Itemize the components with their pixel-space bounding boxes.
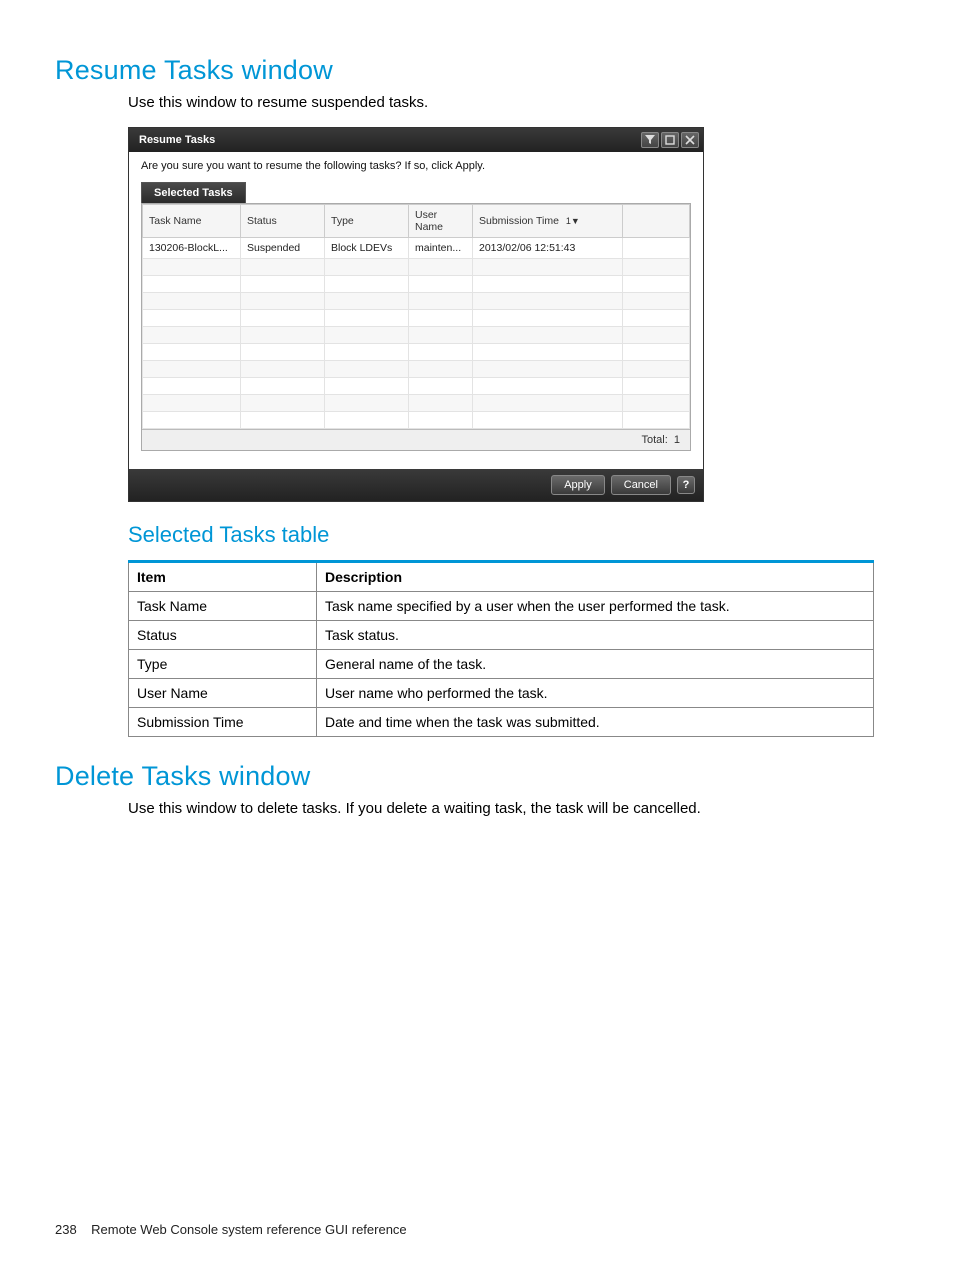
col-task-name[interactable]: Task Name: [143, 205, 241, 238]
doc-desc: Task status.: [317, 621, 874, 650]
total-value: 1: [674, 434, 680, 446]
resume-tasks-window: Resume Tasks Are you sure you want to re…: [128, 127, 704, 502]
section-heading-resume: Resume Tasks window: [55, 55, 899, 86]
doc-col-desc: Description: [317, 562, 874, 592]
total-label: Total:: [641, 434, 667, 446]
help-button[interactable]: ?: [677, 476, 695, 494]
doc-desc: Task name specified by a user when the u…: [317, 592, 874, 621]
doc-row: TypeGeneral name of the task.: [129, 650, 874, 679]
table-row: [143, 276, 690, 293]
doc-row: Task NameTask name specified by a user w…: [129, 592, 874, 621]
page-footer: 238 Remote Web Console system reference …: [55, 1222, 407, 1237]
col-submission-time[interactable]: Submission Time 1▼: [473, 205, 623, 238]
section-intro-delete: Use this window to delete tasks. If you …: [128, 798, 899, 819]
doc-desc: Date and time when the task was submitte…: [317, 708, 874, 737]
tab-selected-tasks[interactable]: Selected Tasks: [141, 182, 246, 203]
col-submission-time-label: Submission Time: [479, 215, 559, 227]
doc-item: Submission Time: [129, 708, 317, 737]
doc-item: Status: [129, 621, 317, 650]
table-row: [143, 395, 690, 412]
window-title: Resume Tasks: [139, 134, 215, 146]
doc-row: User NameUser name who performed the tas…: [129, 679, 874, 708]
window-footer: Apply Cancel ?: [129, 469, 703, 501]
table-row: [143, 344, 690, 361]
selected-tasks-table: Task Name Status Type User Name Submissi…: [142, 204, 690, 429]
section-heading-delete: Delete Tasks window: [55, 761, 899, 792]
doc-desc: User name who performed the task.: [317, 679, 874, 708]
doc-row: StatusTask status.: [129, 621, 874, 650]
window-titlebar: Resume Tasks: [129, 128, 703, 152]
cell-type: Block LDEVs: [325, 238, 409, 259]
doc-item: User Name: [129, 679, 317, 708]
table-row: [143, 412, 690, 429]
doc-desc: General name of the task.: [317, 650, 874, 679]
doc-item: Type: [129, 650, 317, 679]
section-intro-resume: Use this window to resume suspended task…: [128, 92, 899, 113]
col-blank: [623, 205, 690, 238]
table-row: [143, 293, 690, 310]
table-row: [143, 361, 690, 378]
cell-submission-time: 2013/02/06 12:51:43: [473, 238, 623, 259]
table-row: [143, 259, 690, 276]
cancel-button[interactable]: Cancel: [611, 475, 671, 495]
cell-blank: [623, 238, 690, 259]
table-row: [143, 378, 690, 395]
sort-indicator: 1▼: [566, 216, 580, 226]
doc-col-item: Item: [129, 562, 317, 592]
col-status[interactable]: Status: [241, 205, 325, 238]
col-user-name[interactable]: User Name: [409, 205, 473, 238]
cell-user-name: mainten...: [409, 238, 473, 259]
table-row: [143, 327, 690, 344]
page-footer-text: Remote Web Console system reference GUI …: [91, 1222, 407, 1237]
close-icon[interactable]: [681, 132, 699, 148]
doc-row: Submission TimeDate and time when the ta…: [129, 708, 874, 737]
selected-tasks-doc-table: Item Description Task NameTask name spec…: [128, 560, 874, 737]
doc-item: Task Name: [129, 592, 317, 621]
confirm-prompt: Are you sure you want to resume the foll…: [129, 152, 703, 176]
cell-status: Suspended: [241, 238, 325, 259]
apply-button[interactable]: Apply: [551, 475, 605, 495]
cell-task-name: 130206-BlockL...: [143, 238, 241, 259]
table-total-footer: Total: 1: [142, 429, 690, 450]
maximize-icon[interactable]: [661, 132, 679, 148]
table-row: [143, 310, 690, 327]
table-row[interactable]: 130206-BlockL... Suspended Block LDEVs m…: [143, 238, 690, 259]
filter-icon[interactable]: [641, 132, 659, 148]
subsection-heading-selected-tasks-table: Selected Tasks table: [128, 522, 899, 548]
table-header-row: Task Name Status Type User Name Submissi…: [143, 205, 690, 238]
page-number: 238: [55, 1222, 77, 1237]
col-type[interactable]: Type: [325, 205, 409, 238]
